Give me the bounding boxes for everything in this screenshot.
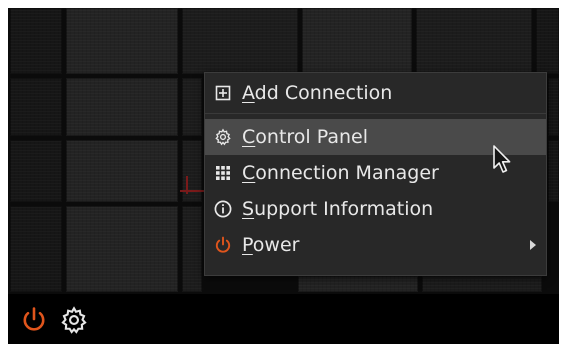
desktop-tile bbox=[10, 78, 62, 136]
menu-item-label: Control Panel bbox=[242, 126, 368, 148]
menu-item-support-information[interactable]: Support Information bbox=[205, 191, 546, 227]
menu-item-label: Support Information bbox=[242, 198, 434, 220]
info-icon bbox=[213, 199, 233, 219]
desktop-tile bbox=[302, 8, 412, 74]
menu-item-power[interactable]: Power bbox=[205, 227, 546, 263]
submenu-arrow-icon bbox=[530, 240, 536, 250]
desktop-tile bbox=[66, 140, 178, 202]
desktop-tile bbox=[182, 78, 202, 136]
desktop-tile bbox=[416, 8, 532, 74]
desktop-tile bbox=[298, 276, 418, 292]
mouse-cursor-icon bbox=[492, 144, 514, 176]
menu-item-label: Add Connection bbox=[242, 82, 393, 104]
desktop-tile bbox=[422, 276, 542, 292]
desktop-tile bbox=[66, 78, 178, 136]
power-icon bbox=[213, 235, 233, 255]
desktop-tile bbox=[536, 8, 559, 74]
desktop-tile bbox=[66, 8, 178, 74]
taskbar bbox=[8, 294, 559, 344]
menu-item-add-connection[interactable]: Add Connection bbox=[205, 75, 546, 111]
menu-item-label: Power bbox=[242, 234, 300, 256]
gear-icon[interactable] bbox=[60, 306, 88, 334]
desktop-tile bbox=[548, 140, 559, 202]
desktop-tile bbox=[548, 78, 559, 136]
power-icon[interactable] bbox=[20, 306, 48, 334]
desktop-tile bbox=[66, 206, 178, 292]
gear-icon bbox=[213, 127, 233, 147]
menu-item-label: Connection Manager bbox=[242, 162, 439, 184]
desktop-tile bbox=[182, 140, 202, 202]
desktop-tile bbox=[182, 8, 298, 74]
screen: Add Connection Control Panel Connection … bbox=[8, 8, 559, 344]
desktop-tile bbox=[182, 206, 202, 292]
connector-line bbox=[186, 176, 188, 194]
add-box-icon bbox=[213, 83, 233, 103]
menu-separator bbox=[205, 113, 546, 114]
desktop-tile bbox=[10, 8, 62, 74]
desktop-tile bbox=[10, 206, 62, 292]
connector-line bbox=[180, 190, 204, 192]
desktop-tile bbox=[10, 140, 62, 202]
grid-icon bbox=[213, 163, 233, 183]
